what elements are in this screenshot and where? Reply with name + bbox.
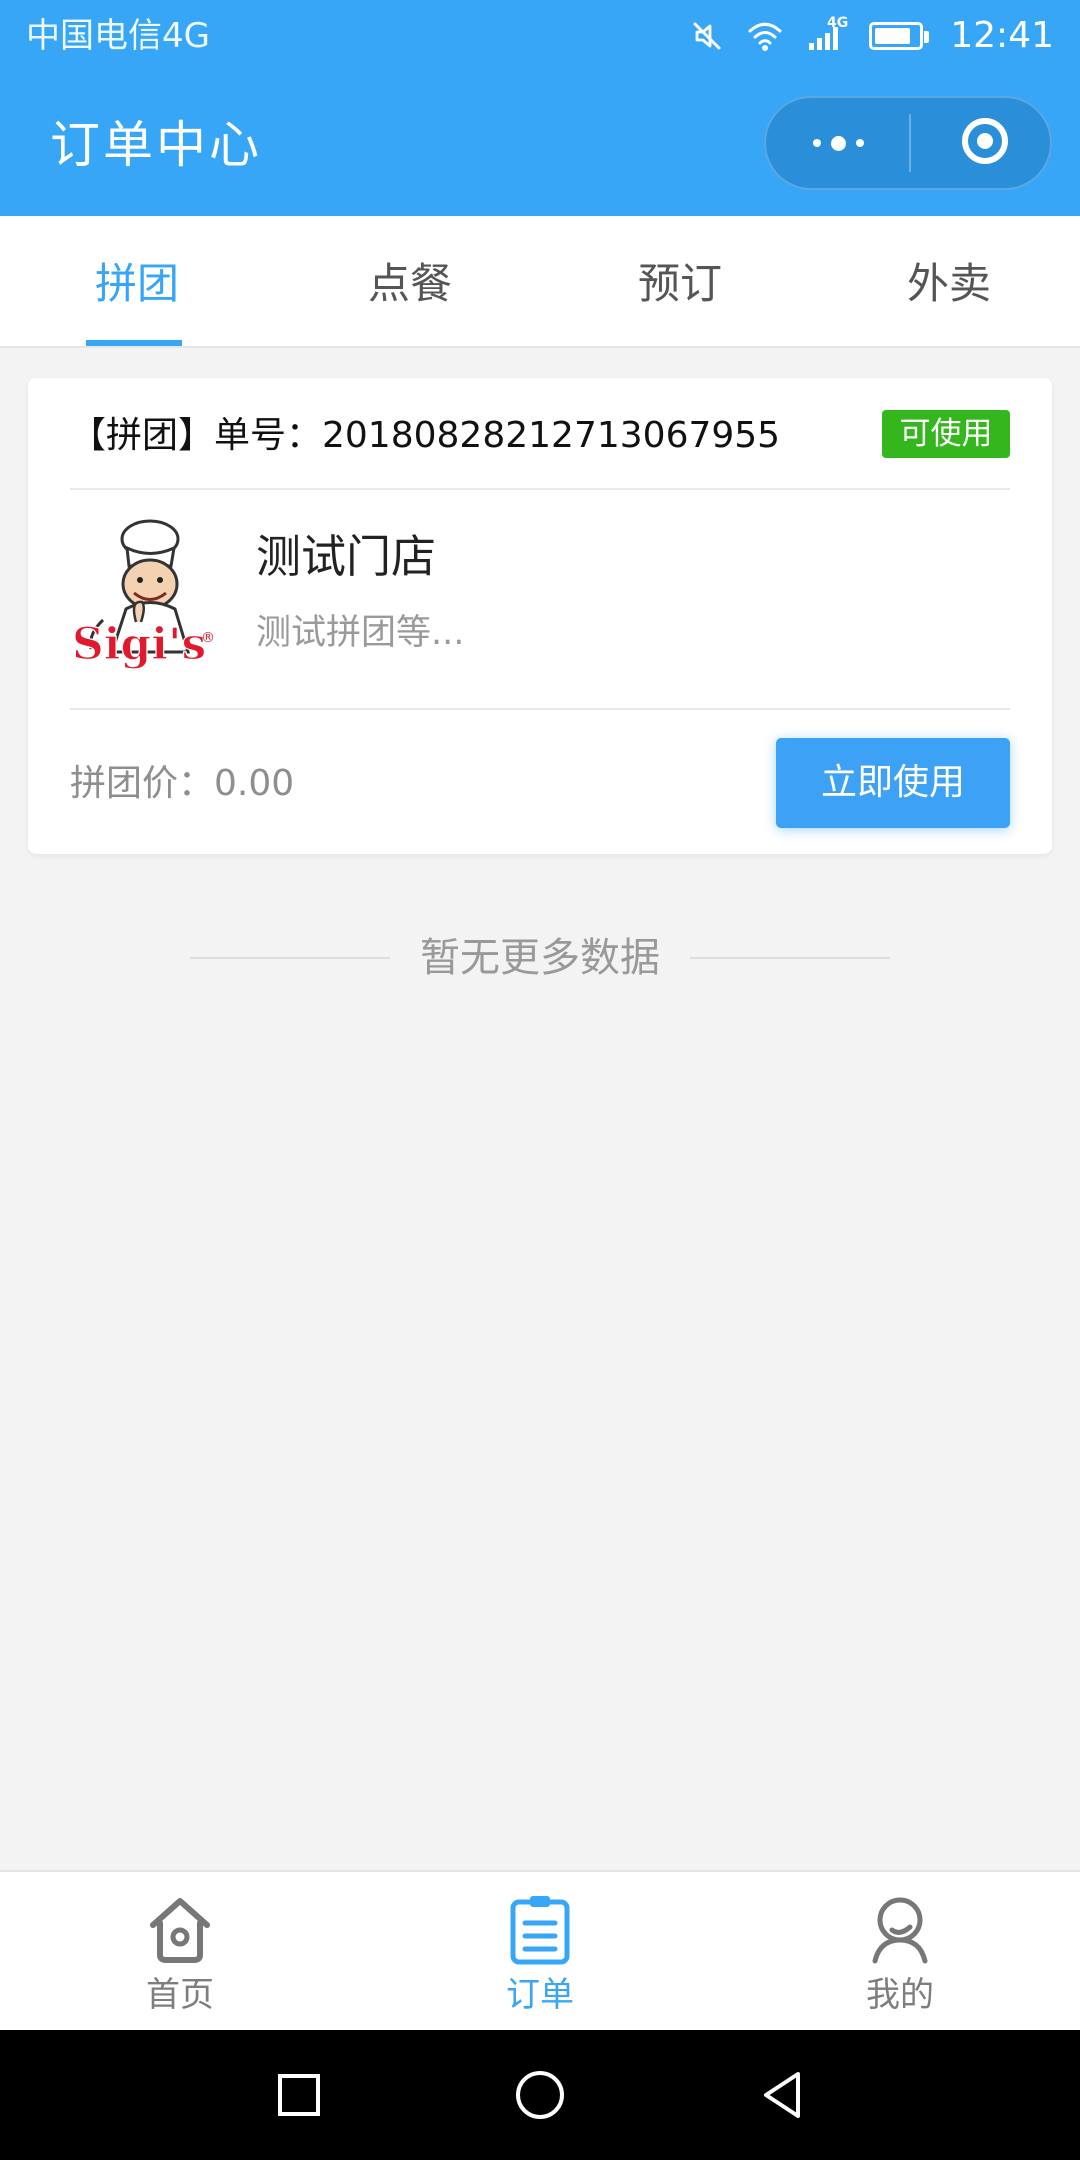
order-list-icon — [502, 1892, 578, 1968]
order-tabs: 拼团 点餐 预订 外卖 — [0, 216, 1080, 348]
more-dot-left — [812, 139, 821, 147]
wifi-icon — [744, 15, 786, 57]
mini-program-capsule — [764, 96, 1052, 190]
active-tab-indicator — [86, 340, 182, 346]
group-price: 拼团价：0.00 — [70, 763, 295, 804]
order-status-badge: 可使用 — [882, 410, 1010, 458]
battery-outline — [869, 22, 930, 50]
bottom-nav-profile[interactable]: 我的 — [820, 1892, 980, 2020]
store-logo: Sigi's ® — [68, 514, 218, 674]
battery-level — [875, 28, 910, 44]
no-more-data-text: 暂无更多数据 — [420, 935, 660, 981]
bottom-navigation: 首页 订单 我的 — [0, 1870, 1080, 2030]
empty-divider-left — [190, 957, 390, 959]
capsule-divider — [909, 114, 911, 172]
order-description: 测试拼团等... — [256, 613, 465, 653]
status-icons: 4G 12:41 — [686, 12, 1054, 60]
home-icon — [142, 1892, 218, 1968]
top-app-bar: 中国电信4G 4G 12:41 订单中心 — [0, 0, 1080, 216]
profile-icon — [862, 1892, 938, 1968]
network-type: 4G — [827, 15, 849, 31]
status-bar: 中国电信4G 4G 12:41 — [0, 0, 1080, 72]
bottom-nav-profile-label: 我的 — [866, 1975, 934, 2015]
recent-apps-icon[interactable] — [262, 2058, 336, 2132]
carrier-name: 中国电信4G — [26, 16, 210, 56]
bottom-nav-orders[interactable]: 订单 — [460, 1892, 620, 2020]
registered-mark: ® — [201, 630, 215, 646]
bottom-nav-home-label: 首页 — [146, 1975, 214, 2015]
signal-icon: 4G — [802, 15, 848, 57]
store-logo-wordmark: Sigi's — [72, 619, 206, 670]
bottom-nav-orders-label: 订单 — [506, 1975, 574, 2015]
tab-takeout[interactable]: 外卖 — [864, 216, 1034, 346]
home-circle-icon[interactable] — [503, 2058, 577, 2132]
tab-group-buy[interactable]: 拼团 — [52, 216, 222, 346]
more-dot-right — [855, 139, 864, 147]
order-card: 【拼团】单号：20180828212713067955 可使用 Sigi's ®… — [28, 378, 1052, 854]
more-dot-center — [830, 135, 846, 151]
order-number: 【拼团】单号：20180828212713067955 — [70, 415, 781, 456]
empty-divider-right — [690, 957, 890, 959]
tab-dine-in[interactable]: 点餐 — [325, 216, 495, 346]
page-title: 订单中心 — [50, 116, 262, 174]
bottom-nav-home[interactable]: 首页 — [100, 1892, 260, 2020]
status-time: 12:41 — [950, 15, 1054, 56]
use-now-button[interactable]: 立即使用 — [776, 738, 1010, 828]
card-divider-bottom — [70, 708, 1010, 710]
card-divider-top — [70, 488, 1010, 490]
store-name: 测试门店 — [256, 530, 437, 583]
tab-reservation[interactable]: 预订 — [595, 216, 765, 346]
battery-icon — [864, 15, 930, 57]
target-icon[interactable] — [960, 116, 1010, 166]
system-navigation-bar — [0, 2030, 1080, 2160]
mute-icon — [686, 15, 728, 57]
back-triangle-icon[interactable] — [744, 2058, 818, 2132]
more-dots-icon[interactable] — [806, 124, 870, 162]
